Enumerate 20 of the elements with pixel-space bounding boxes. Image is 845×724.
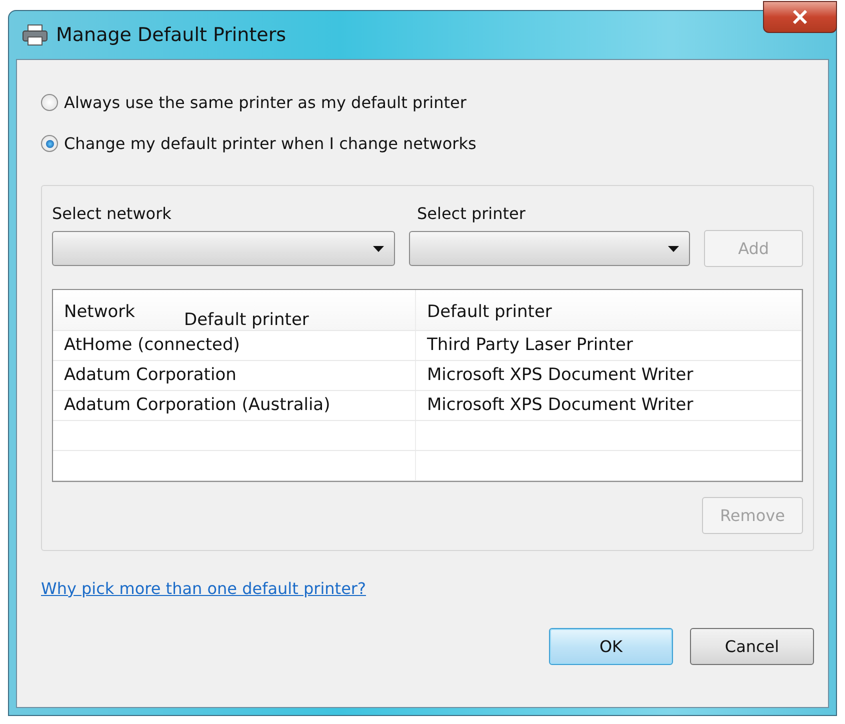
printer-icon — [22, 24, 48, 46]
close-icon — [792, 10, 808, 24]
help-link[interactable]: Why pick more than one default printer? — [41, 579, 366, 598]
close-button[interactable] — [763, 1, 837, 33]
printer-dropdown[interactable] — [408, 231, 690, 266]
cancel-button[interactable]: Cancel — [690, 628, 814, 665]
radio-button[interactable] — [41, 94, 58, 111]
network-dropdown[interactable] — [52, 231, 395, 266]
radio-button[interactable] — [41, 135, 58, 152]
ok-button[interactable]: OK — [549, 628, 673, 665]
field-label: Select printer — [417, 204, 526, 223]
radio-label: Change my default printer when I change networks — [64, 134, 476, 153]
caret-icon — [372, 246, 384, 252]
radio-label: Always use the same printer as my default printer — [64, 93, 466, 112]
column-header[interactable]: Default printer — [416, 290, 802, 330]
caret-icon — [668, 246, 680, 252]
column-header-label: Default printer — [184, 310, 309, 330]
field-label: Select network — [52, 204, 172, 223]
column-header[interactable]: Network Default printer — [53, 290, 416, 330]
window-title: Manage Default Printers — [56, 24, 286, 46]
